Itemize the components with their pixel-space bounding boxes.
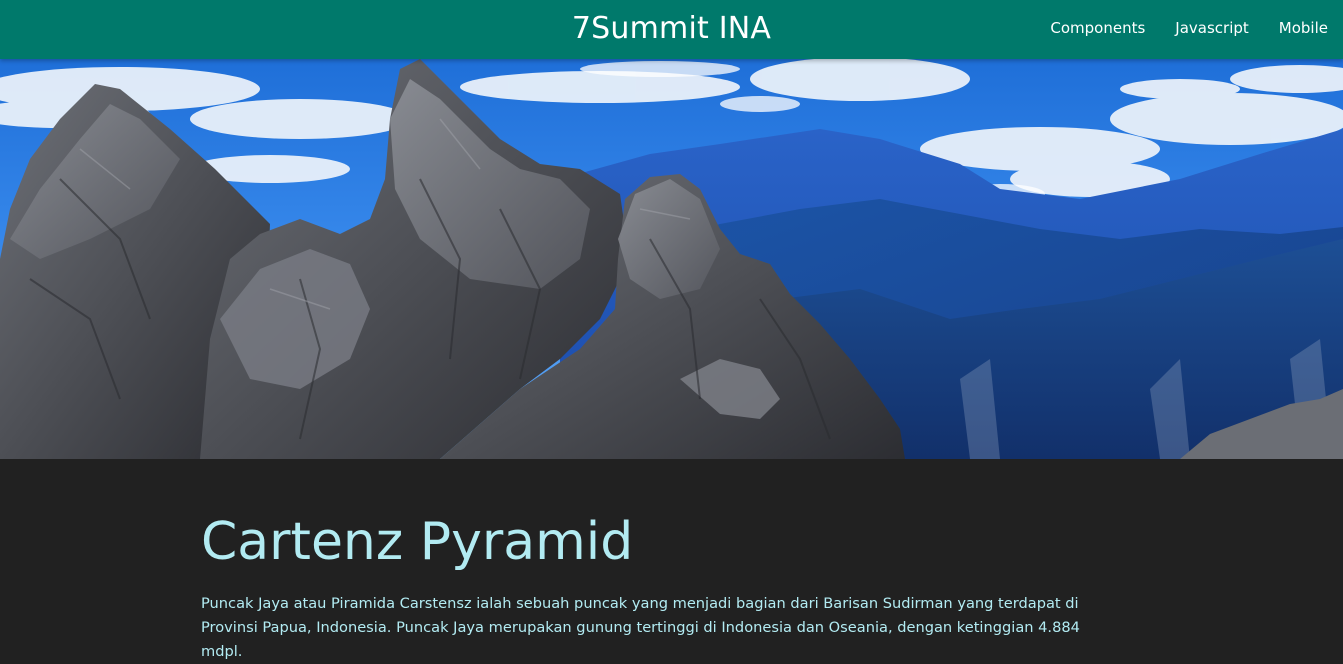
hero-image [0, 59, 1343, 459]
nav-link-components[interactable]: Components [1035, 0, 1160, 59]
nav-link-mobile[interactable]: Mobile [1264, 0, 1343, 59]
nav-link-javascript[interactable]: Javascript [1160, 0, 1263, 59]
mountain-summit-photo [0, 59, 1343, 459]
content-section: Cartenz Pyramid Puncak Jaya atau Piramid… [0, 459, 1343, 660]
page-description: Puncak Jaya atau Piramida Carstensz iala… [201, 595, 1080, 660]
page-title: Cartenz Pyramid [201, 512, 634, 572]
navbar: 7Summit INA Components Javascript Mobile [0, 0, 1343, 59]
nav-links: Components Javascript Mobile [1035, 0, 1343, 59]
